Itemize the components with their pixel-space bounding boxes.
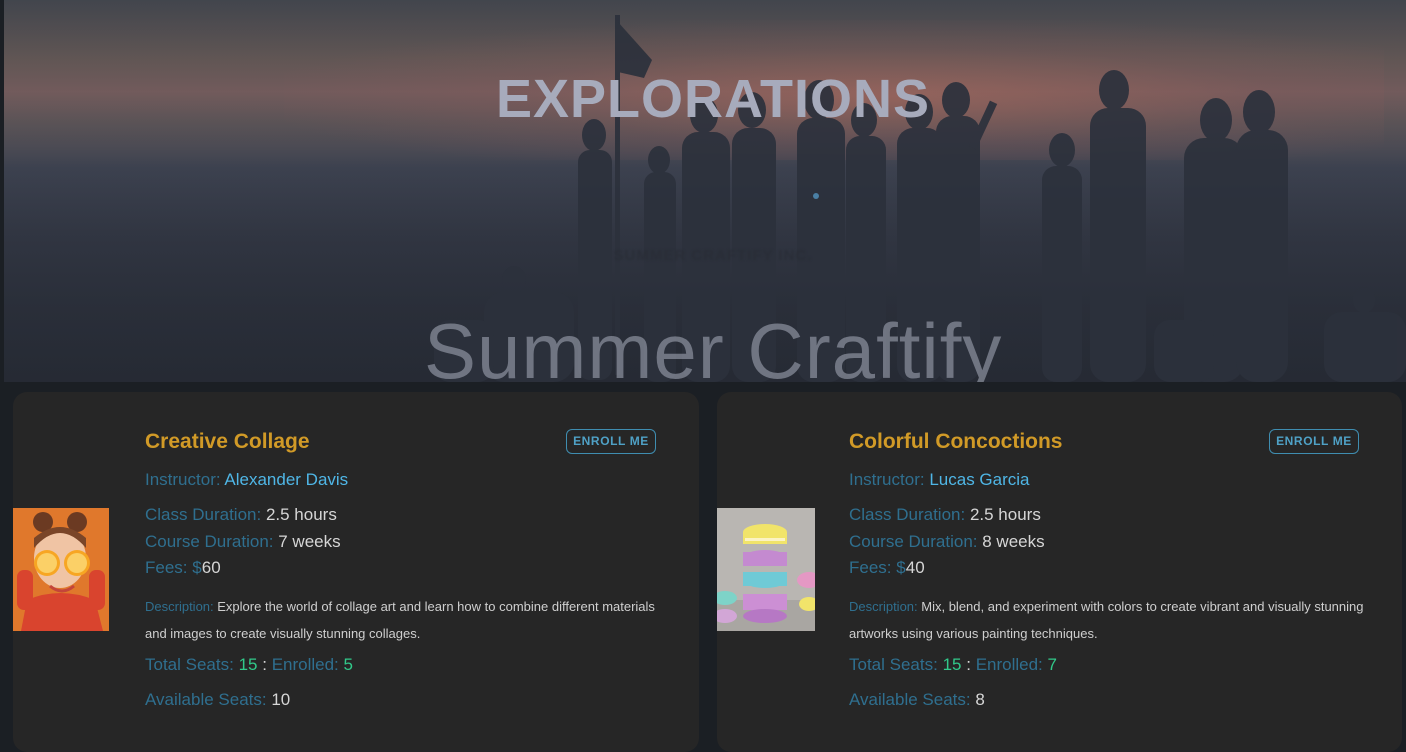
instructor-label: Instructor: bbox=[849, 470, 925, 489]
seats-separator: : bbox=[966, 655, 971, 674]
seats-row: Total Seats: 15 : Enrolled: 7 bbox=[849, 655, 1057, 675]
photo-icon bbox=[717, 508, 815, 631]
class-title: Colorful Concoctions bbox=[849, 430, 1063, 453]
total-seats-label: Total Seats: bbox=[849, 655, 938, 674]
enrolled-value: 7 bbox=[1047, 655, 1057, 674]
course-duration-value: 7 weeks bbox=[278, 532, 341, 551]
class-card: Colorful Concoctions ENROLL ME Instructo… bbox=[717, 392, 1402, 752]
currency-symbol: $ bbox=[192, 558, 202, 577]
course-duration-value: 8 weeks bbox=[982, 532, 1045, 551]
seats-row: Total Seats: 15 : Enrolled: 5 bbox=[145, 655, 353, 675]
enrolled-label: Enrolled: bbox=[975, 655, 1043, 674]
enroll-button[interactable]: ENROLL ME bbox=[1269, 429, 1359, 454]
page-title: EXPLORATIONS bbox=[495, 69, 931, 129]
class-card: Creative Collage ENROLL ME Instructor: A… bbox=[13, 392, 699, 752]
hero-caption: SUMMER CRAFTIFY INC. bbox=[613, 247, 813, 264]
fees-label: Fees: bbox=[849, 558, 892, 577]
available-seats-value: 8 bbox=[975, 690, 985, 709]
instructor-name: Alexander Davis bbox=[224, 470, 349, 489]
class-duration-row: Class Duration: 2.5 hours bbox=[145, 505, 337, 525]
enrolled-value: 5 bbox=[343, 655, 353, 674]
enroll-button[interactable]: ENROLL ME bbox=[566, 429, 656, 454]
description: Description: Mix, blend, and experiment … bbox=[849, 593, 1369, 647]
description-label: Description: bbox=[145, 599, 214, 614]
instructor-name: Lucas Garcia bbox=[929, 470, 1030, 489]
class-duration-label: Class Duration: bbox=[849, 505, 966, 524]
class-duration-value: 2.5 hours bbox=[969, 505, 1041, 524]
total-seats-value: 15 bbox=[238, 655, 258, 674]
currency-symbol: $ bbox=[896, 558, 906, 577]
available-seats-label: Available Seats: bbox=[849, 690, 971, 709]
class-title: Creative Collage bbox=[145, 430, 310, 453]
instructor-row: Instructor: Alexander Davis bbox=[145, 470, 348, 490]
enrolled-label: Enrolled: bbox=[271, 655, 339, 674]
instructor-row: Instructor: Lucas Garcia bbox=[849, 470, 1030, 490]
description-label: Description: bbox=[849, 599, 918, 614]
fees-row: Fees: $60 bbox=[145, 558, 221, 578]
class-duration-row: Class Duration: 2.5 hours bbox=[849, 505, 1041, 525]
available-seats-value: 10 bbox=[271, 690, 291, 709]
hero-script-text: Summer Craftify bbox=[424, 307, 1003, 382]
fees-value: 60 bbox=[201, 558, 221, 577]
available-seats-row: Available Seats: 8 bbox=[849, 690, 985, 710]
fees-value: 40 bbox=[905, 558, 925, 577]
total-seats-label: Total Seats: bbox=[145, 655, 234, 674]
total-seats-value: 15 bbox=[942, 655, 962, 674]
available-seats-row: Available Seats: 10 bbox=[145, 690, 290, 710]
fees-label: Fees: bbox=[145, 558, 188, 577]
course-duration-label: Course Duration: bbox=[849, 532, 978, 551]
class-duration-label: Class Duration: bbox=[145, 505, 262, 524]
macaron-stack-photo bbox=[717, 508, 815, 631]
instructor-label: Instructor: bbox=[145, 470, 221, 489]
class-duration-value: 2.5 hours bbox=[265, 505, 337, 524]
course-duration-row: Course Duration: 8 weeks bbox=[849, 532, 1045, 552]
description-text: Explore the world of collage art and lea… bbox=[145, 599, 655, 641]
seats-separator: : bbox=[262, 655, 267, 674]
hero-banner: EXPLORATIONS SUMMER CRAFTIFY INC. Summer… bbox=[4, 0, 1406, 382]
course-duration-label: Course Duration: bbox=[145, 532, 274, 551]
fees-row: Fees: $40 bbox=[849, 558, 925, 578]
girl-with-orange-slices-photo bbox=[13, 508, 109, 631]
available-seats-label: Available Seats: bbox=[145, 690, 267, 709]
photo-icon bbox=[13, 508, 109, 631]
course-duration-row: Course Duration: 7 weeks bbox=[145, 532, 341, 552]
description-text: Mix, blend, and experiment with colors t… bbox=[849, 599, 1364, 641]
description: Description: Explore the world of collag… bbox=[145, 593, 665, 647]
